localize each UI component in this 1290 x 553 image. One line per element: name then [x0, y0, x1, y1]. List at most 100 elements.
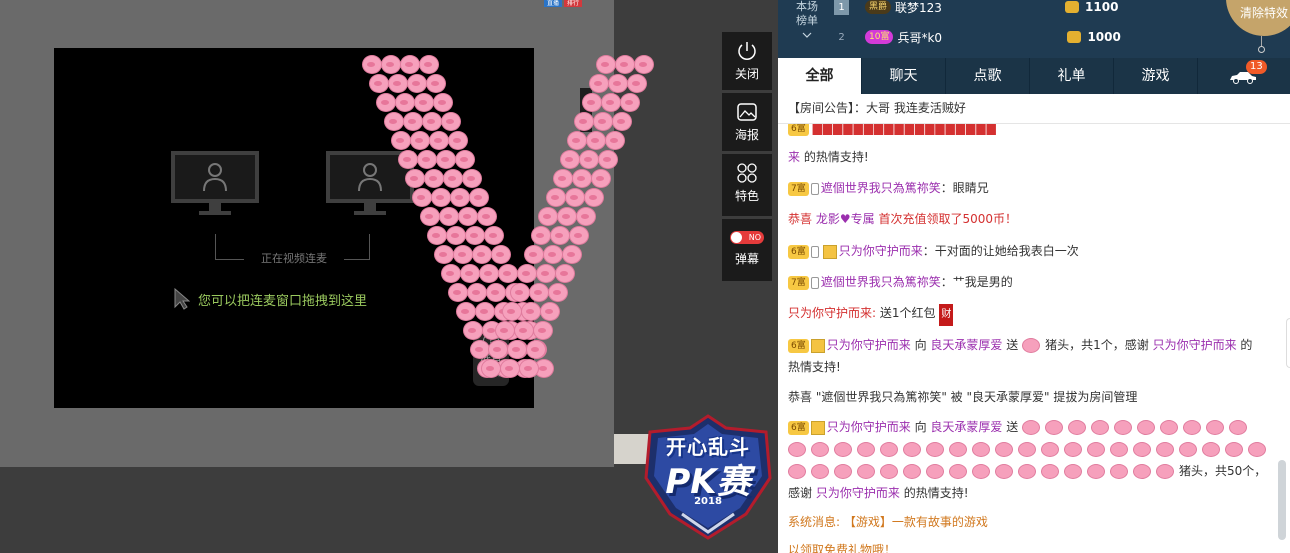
chat-message: 6富 只为你守护而来：干对面的让她给我表白一次 [788, 240, 1272, 262]
chat-message: 恭喜 龙影♥专属 首次充值领取了5000币！ [788, 208, 1272, 230]
pig-gift-icon [1022, 420, 1041, 435]
message-prefix: 恭喜 [788, 212, 813, 226]
panel-collapse-handle[interactable] [1286, 318, 1290, 368]
pig-gift-icon [1156, 442, 1174, 457]
red-packet-icon[interactable]: 财 [939, 304, 954, 326]
chat-message-list[interactable]: 6富 ▇▇▇▇▇▇▇▇▇▇▇▇▇▇▇▇▇▇ 来 的热情支持! 7富 遮個世界我只為… [778, 124, 1274, 553]
room-notice: 【房间公告】：大哥 我连麦活贼好 [778, 94, 1290, 124]
pig-gift-icon [1229, 420, 1248, 435]
chevron-down-icon [802, 32, 812, 38]
user-name[interactable]: 来 [788, 150, 800, 164]
wealth-badge: 7富 [788, 181, 809, 196]
ranking-row[interactable]: 1 黑爵 联梦123 1100 [834, 0, 1118, 20]
phone-icon [810, 182, 819, 195]
message-verb: 向 [914, 420, 927, 434]
tab-games[interactable]: 游戏 [1114, 58, 1198, 94]
wealth-badge: 7富 [788, 275, 809, 290]
stage-toolbar: 关闭 海报 特色 NO 弹幕 [722, 32, 772, 284]
rank-coins: 1000 [1087, 30, 1121, 44]
chat-scrollbar[interactable] [1278, 460, 1286, 540]
user-icon [203, 163, 227, 191]
pig-gift-icon [972, 442, 990, 457]
wealth-badge: 6富 [788, 338, 809, 353]
tab-gifts[interactable]: 礼单 [1030, 58, 1114, 94]
drag-hint: 您可以把连麦窗口拖拽到这里 [174, 288, 367, 310]
rank-name: 联梦123 [895, 0, 942, 15]
linking-status-text: 正在视频连麦 [244, 250, 344, 266]
user-name[interactable]: 龙影♥专属 [816, 212, 875, 226]
ranking-toggle[interactable]: 本场榜单 [792, 0, 822, 42]
user-name[interactable]: 只为你守护而来 [1153, 338, 1237, 352]
phone-icon [810, 276, 819, 289]
notice-text: 大哥 我连麦活贼好 [866, 101, 966, 115]
message-text: 猪头，共1个，感谢 [1045, 338, 1149, 352]
pig-gift-icon [1087, 464, 1105, 479]
user-name[interactable]: 只为你守护而来 [816, 486, 900, 500]
guard-icon [810, 420, 825, 435]
chat-message: 恭喜 "遮個世界我只為篤祢笑" 被 "良天承蒙厚爱" 提拔为房间管理 [788, 386, 1272, 408]
pig-gift-icon [1018, 442, 1036, 457]
system-label: 系统消息: [788, 515, 841, 529]
features-label: 特色 [734, 189, 759, 203]
live-stage: 直播 排行 正在视频连麦 您可以把连麦窗口拖拽到这里 ? 混音帮助 关闭 海报 … [0, 0, 778, 553]
clear-effects-knob[interactable] [1258, 46, 1265, 53]
message-text: 恭喜 "遮個世界我只為篤祢笑" 被 "良天承蒙厚爱" 提拔为房间管理 [788, 390, 1138, 404]
user-name[interactable]: 遮個世界我只為篤祢笑 [821, 181, 941, 195]
pk-event-logo[interactable]: 开心乱斗 PK赛 2018 [642, 414, 774, 540]
user-name[interactable]: 只为你守护而来 [827, 338, 911, 352]
user-name[interactable]: 只为你守护而来: [788, 306, 876, 320]
grid-circles-icon [737, 163, 757, 183]
stage-top-tags: 直播 排行 [544, 0, 583, 7]
pig-gift-icon [949, 442, 967, 457]
pig-gift-icon [1133, 464, 1151, 479]
target-name[interactable]: 良天承蒙厚爱 [930, 420, 1002, 434]
pig-gift-icon [788, 442, 806, 457]
pig-gift-icon [1133, 442, 1151, 457]
features-button[interactable]: 特色 [722, 154, 772, 216]
drag-hint-text: 您可以把连麦窗口拖拽到这里 [198, 293, 368, 309]
pk-year: 2018 [694, 496, 722, 507]
pig-gift-icon [1156, 464, 1174, 479]
message-verb: 送 [1006, 420, 1019, 434]
pig-gift-icon [903, 442, 921, 457]
phone-icon [810, 245, 819, 258]
top-tag-live[interactable]: 直播 [544, 0, 563, 7]
pig-gift-icon [1041, 464, 1059, 479]
coin-icon [1067, 31, 1082, 43]
wealth-badge: 6富 [788, 244, 809, 259]
poster-label: 海报 [734, 128, 759, 142]
power-icon [738, 42, 756, 60]
user-name[interactable]: 只为你守护而来 [827, 420, 911, 434]
message-text: 眼睛兄 [952, 181, 989, 195]
pig-gift-icon [1064, 464, 1082, 479]
tab-songs[interactable]: 点歌 [946, 58, 1030, 94]
monitor-icon [171, 151, 259, 217]
target-name[interactable]: 良天承蒙厚爱 [930, 338, 1002, 352]
tab-chat[interactable]: 聊天 [862, 58, 946, 94]
tab-all[interactable]: 全部 [778, 58, 862, 94]
danmaku-switch[interactable]: NO [730, 231, 764, 244]
pig-gift-icon [1114, 420, 1133, 435]
wealth-badge: 6富 [788, 124, 809, 136]
car-count-badge: 13 [1246, 60, 1267, 74]
ranking-row[interactable]: 2 10富 兵哥*k0 1000 [834, 24, 1121, 50]
close-label: 关闭 [734, 67, 759, 81]
user-name[interactable]: 遮個世界我只為篤祢笑 [821, 275, 941, 289]
close-button[interactable]: 关闭 [722, 32, 772, 90]
pig-gift-icon [949, 464, 967, 479]
poster-button[interactable]: 海报 [722, 93, 772, 151]
pig-gift-icon [880, 442, 898, 457]
message-verb: 向 [914, 338, 927, 352]
pig-gift-icon [1160, 420, 1179, 435]
notice-label: 【房间公告】： [788, 101, 867, 115]
danmaku-toggle[interactable]: NO 弹幕 [722, 219, 772, 281]
system-text[interactable]: 【游戏】一款有故事的游戏 [844, 515, 988, 529]
clear-effects-button[interactable]: 清除特效 [1226, 0, 1290, 36]
message-text: 艹我是男的 [952, 275, 1013, 289]
top-tag-rank[interactable]: 排行 [564, 0, 583, 7]
pig-gift-icon [1022, 338, 1041, 353]
pig-gift-icon [1179, 442, 1197, 457]
tab-cars[interactable]: 13 [1198, 58, 1282, 94]
rank-number: 1 [834, 0, 849, 15]
user-name[interactable]: 只为你守护而来 [839, 244, 923, 258]
